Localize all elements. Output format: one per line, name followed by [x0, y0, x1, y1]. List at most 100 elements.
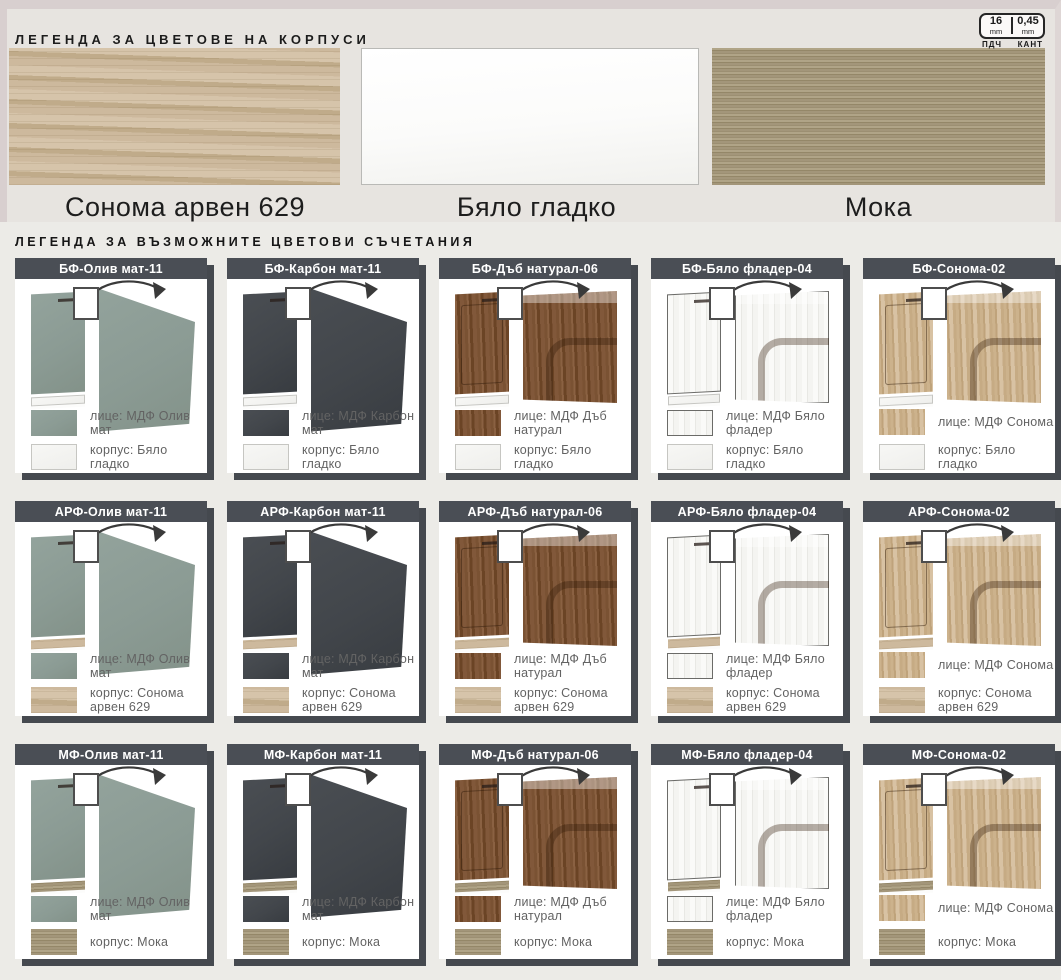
corpus-legend-row: корпус: Мока — [243, 929, 380, 955]
face-legend-row: лице: МДФ Карбон мат — [243, 895, 419, 923]
face-label: лице: МДФ Сонома — [938, 901, 1053, 915]
combo-card: АРФ-Сонома-02 лице: МДФ Соно — [863, 501, 1055, 716]
face-label: лице: МДФ Олив мат — [90, 895, 207, 923]
door-illustration — [863, 279, 1055, 405]
corpus-swatch-row: Сонома арвен 629 Бяло гладко Мока — [9, 48, 1045, 223]
corpus-label: корпус: Сонома арвен 629 — [90, 686, 207, 714]
sonoma-arven-texture — [9, 48, 340, 185]
face-label: лице: МДФ Дъб натурал — [514, 409, 631, 437]
face-swatch — [31, 653, 77, 679]
corpus-legend-row: корпус: Сонома арвен 629 — [243, 686, 419, 714]
corpus-swatch — [243, 929, 289, 955]
face-legend-row: лице: МДФ Сонома — [879, 652, 1053, 678]
corpus-label: корпус: Сонома арвен 629 — [726, 686, 843, 714]
door-illustration — [15, 279, 207, 405]
face-label: лице: МДФ Бяло фладер — [726, 409, 843, 437]
face-label: лице: МДФ Сонома — [938, 658, 1053, 672]
swatch-moka: Мока — [712, 48, 1045, 223]
moka-label: Мока — [845, 192, 912, 223]
board-label: ПДЧ — [982, 40, 1002, 49]
corpus-swatch — [879, 929, 925, 955]
corpus-swatch — [243, 444, 289, 470]
magnifier-box-icon — [73, 773, 99, 806]
combo-card: БФ-Сонома-02 лице: МДФ Соном — [863, 258, 1055, 473]
door-illustration — [651, 522, 843, 648]
corpus-legend-row: корпус: Сонома арвен 629 — [667, 686, 843, 714]
combo-card: БФ-Бяло фладер-04 лице: МДФ — [651, 258, 843, 473]
sonoma-arven-label: Сонома арвен 629 — [65, 192, 305, 223]
corpus-legend-title: ЛЕГЕНДА ЗА ЦВЕТОВЕ НА КОРПУСИ — [15, 32, 370, 47]
face-legend-row: лице: МДФ Олив мат — [31, 409, 207, 437]
edge-labels: ПДЧ КАНТ — [979, 39, 1045, 49]
corpus-legend-row: корпус: Бяло гладко — [667, 443, 843, 471]
door-plinth — [455, 638, 509, 650]
face-swatch — [667, 653, 713, 679]
face-label: лице: МДФ Сонома — [938, 415, 1053, 429]
edge-info: 16 mm 0,45 mm ПДЧ КАНТ — [979, 13, 1045, 49]
door-plinth — [668, 880, 720, 892]
door-plinth — [31, 638, 85, 650]
white-smooth-label: Бяло гладко — [457, 192, 616, 223]
face-label: лице: МДФ Бяло фладер — [726, 652, 843, 680]
corpus-label: корпус: Мока — [514, 935, 592, 949]
face-label: лице: МДФ Карбон мат — [302, 409, 419, 437]
door-illustration — [439, 522, 631, 648]
door-illustration — [227, 279, 419, 405]
face-legend-row: лице: МДФ Дъб натурал — [455, 409, 631, 437]
door-illustration — [651, 279, 843, 405]
face-swatch — [243, 410, 289, 436]
combo-card: АРФ-Карбон мат-11 лице: МДФ — [227, 501, 419, 716]
corpus-legend-row: корпус: Сонома арвен 629 — [31, 686, 207, 714]
magnifier-box-icon — [497, 773, 523, 806]
door-arch-detail — [758, 338, 837, 415]
face-swatch — [455, 896, 501, 922]
door-arch-detail — [758, 581, 837, 658]
magnifier-box-icon — [709, 287, 735, 320]
door-illustration — [227, 765, 419, 891]
combo-card: МФ-Дъб натурал-06 лице: МДФ — [439, 744, 631, 959]
corpus-label: корпус: Бяло гладко — [90, 443, 207, 471]
face-swatch — [455, 410, 501, 436]
face-label: лице: МДФ Карбон мат — [302, 652, 419, 680]
combo-card: МФ-Карбон мат-11 лице: МДФ К — [227, 744, 419, 959]
corpus-swatch — [31, 929, 77, 955]
face-swatch — [879, 895, 925, 921]
door-plinth — [879, 881, 933, 893]
corpus-swatch — [243, 687, 289, 713]
combo-grid: БФ-Олив мат-11 лице: МДФ Оли — [0, 258, 1061, 959]
face-label: лице: МДФ Дъб натурал — [514, 652, 631, 680]
corpus-swatch — [667, 929, 713, 955]
corpus-legend-row: корпус: Сонома арвен 629 — [455, 686, 631, 714]
combo-card: БФ-Карбон мат-11 лице: МДФ К — [227, 258, 419, 473]
face-label: лице: МДФ Олив мат — [90, 409, 207, 437]
door-illustration — [439, 279, 631, 405]
magnifier-box-icon — [285, 773, 311, 806]
door-illustration — [227, 522, 419, 648]
combo-card: МФ-Бяло фладер-04 лице: МДФ — [651, 744, 843, 959]
corpus-label: корпус: Сонома арвен 629 — [938, 686, 1055, 714]
corpus-label: корпус: Бяло гладко — [938, 443, 1055, 471]
corpus-legend-row: корпус: Мока — [879, 929, 1016, 955]
door-plinth — [243, 395, 297, 407]
door-plinth — [243, 638, 297, 650]
door-arch-detail — [546, 581, 627, 659]
door-illustration — [439, 765, 631, 891]
door-plinth — [879, 638, 933, 650]
face-swatch — [243, 653, 289, 679]
corpus-label: корпус: Бяло гладко — [302, 443, 419, 471]
edge-label: КАНТ — [1018, 40, 1043, 49]
face-legend-row: лице: МДФ Бяло фладер — [667, 895, 843, 923]
door-plinth — [455, 395, 509, 407]
face-legend-row: лице: МДФ Сонома — [879, 895, 1053, 921]
face-legend-row: лице: МДФ Карбон мат — [243, 652, 419, 680]
corpus-legend-row: корпус: Бяло гладко — [243, 443, 419, 471]
corpus-label: корпус: Мока — [302, 935, 380, 949]
face-swatch — [667, 410, 713, 436]
board-thickness: 16 mm — [981, 16, 1011, 35]
combo-legend-title: ЛЕГЕНДА ЗА ВЪЗМОЖНИТЕ ЦВЕТОВИ СЪЧЕТАНИЯ — [15, 235, 1061, 249]
corpus-legend-row: корпус: Мока — [31, 929, 168, 955]
face-label: лице: МДФ Олив мат — [90, 652, 207, 680]
white-smooth-texture — [361, 48, 699, 185]
face-legend-row: лице: МДФ Олив мат — [31, 652, 207, 680]
corpus-legend-row: корпус: Бяло гладко — [455, 443, 631, 471]
